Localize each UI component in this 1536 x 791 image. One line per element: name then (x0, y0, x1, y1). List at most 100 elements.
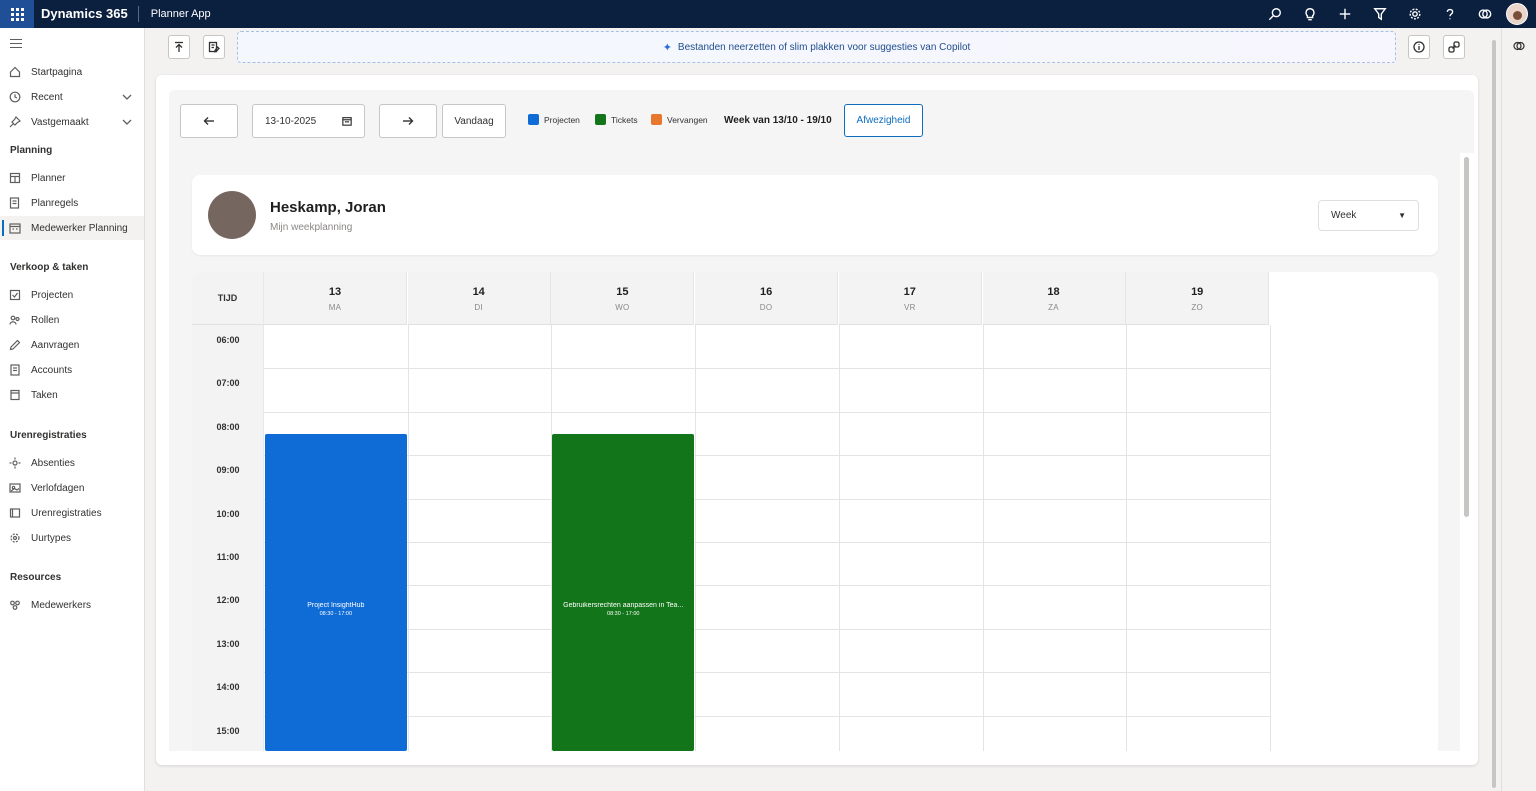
hour-gridline (264, 672, 1270, 674)
hour-gridline (264, 715, 1270, 717)
search-button[interactable] (1257, 0, 1292, 28)
event-time: 08:30 - 17:00 (319, 610, 353, 617)
clock-icon (9, 91, 21, 103)
hamburger-icon[interactable] (10, 39, 22, 51)
user-avatar[interactable] (1506, 3, 1528, 25)
people-icon (9, 314, 21, 326)
calendar-event[interactable]: Gebruikersrechten aanpassen in Tea... 08:… (552, 433, 695, 751)
next-week-button[interactable] (379, 104, 437, 138)
sidebar-item-startpagina[interactable]: Startpagina (0, 60, 144, 84)
sidebar-item-vastgemaakt[interactable]: Vastgemaakt (0, 110, 144, 134)
day-column-divider (838, 325, 840, 751)
share-button[interactable] (1443, 35, 1465, 59)
copilot-icon (1478, 9, 1491, 19)
info-button[interactable] (1408, 35, 1430, 59)
time-label: 12:00 (216, 595, 240, 606)
day-column-divider (1269, 325, 1271, 751)
list-edit-icon (9, 197, 21, 209)
arrow-up-bar-icon (175, 41, 183, 52)
sidebar-item-taken[interactable]: Taken (0, 383, 144, 407)
view-select[interactable]: Week ▼ (1318, 200, 1419, 231)
section-title-planning: Planning (10, 145, 53, 156)
sidebar-item-label: Medewerkers (31, 599, 92, 611)
ideas-button[interactable] (1292, 0, 1327, 28)
sidebar-item-label: Urenregistraties (31, 507, 102, 519)
date-picker[interactable]: 13-10-2025 (252, 104, 365, 138)
content-scrollbar[interactable] (1464, 157, 1469, 517)
sidebar-item-rollen[interactable]: Rollen (0, 308, 144, 332)
sidebar-item-label: Taken (31, 389, 58, 401)
day-name: ZO (1191, 303, 1204, 312)
sidebar-item-label: Uurtypes (31, 532, 72, 544)
absence-button[interactable]: Afwezigheid (844, 104, 923, 137)
gear-icon (1408, 8, 1421, 20)
sidebar-item-medewerkers[interactable]: Medewerkers (0, 593, 144, 617)
waffle-icon (10, 7, 24, 21)
time-label: 13:00 (216, 638, 240, 649)
sidebar-item-projecten[interactable]: Projecten (0, 283, 144, 307)
chevron-down-icon[interactable] (122, 117, 132, 130)
hour-gridline (264, 368, 1270, 370)
vacation-icon (9, 482, 21, 494)
sidebar-item-medewerker-planning[interactable]: Medewerker Planning (0, 216, 144, 240)
view-selected-value: Week (1331, 210, 1357, 221)
day-name: VR (903, 303, 916, 312)
sidebar-item-label: Startpagina (31, 66, 83, 78)
time-label: 07:00 (216, 378, 240, 389)
sidebar-item-uurtypes[interactable]: Uurtypes (0, 526, 144, 550)
hour-gridline (264, 585, 1270, 587)
filter-button[interactable] (1362, 0, 1397, 28)
hour-gridline (264, 628, 1270, 630)
day-name: MA (328, 303, 342, 312)
app-launcher-button[interactable] (0, 0, 34, 28)
brand-name[interactable]: Dynamics 365 (34, 6, 139, 22)
absence-icon (9, 457, 21, 469)
section-title-urenregistraties: Urenregistraties (10, 430, 87, 441)
sidebar-item-verlofdagen[interactable]: Verlofdagen (0, 476, 144, 500)
settings-button[interactable] (1397, 0, 1432, 28)
hour-gridline (264, 411, 1270, 413)
notes-button[interactable] (203, 35, 225, 59)
page-scrollbar[interactable] (1492, 40, 1496, 788)
legend-swatch (651, 114, 662, 125)
lightbulb-icon (1304, 8, 1315, 21)
today-button[interactable]: Vandaag (442, 104, 506, 138)
legend-swatch (528, 114, 539, 125)
day-column-divider (1126, 325, 1128, 751)
hour-gridline (264, 542, 1270, 543)
time-column: 06:00 07:00 08:00 09:00 10:00 11:00 12:00 13:00… (192, 325, 264, 751)
sidebar-item-label: Rollen (31, 314, 60, 326)
caret-down-icon: ▼ (1398, 211, 1406, 220)
calendar-icon[interactable] (342, 116, 352, 126)
day-header-di: 14 DI (407, 272, 551, 325)
legend-label: Projecten (544, 114, 580, 125)
sidebar-item-absenties[interactable]: Absenties (0, 451, 144, 475)
day-header-zo: 19 ZO (1126, 272, 1270, 325)
copilot-pane-icon[interactable] (1513, 39, 1525, 57)
sidebar-item-recent[interactable]: Recent (0, 85, 144, 109)
copilot-drop-zone[interactable]: ✦ Bestanden neerzetten of slim plakken v… (237, 31, 1396, 63)
sidebar-item-aanvragen[interactable]: Aanvragen (0, 333, 144, 357)
copilot-button[interactable] (1467, 0, 1502, 28)
section-title-verkoop: Verkoop & taken (10, 262, 89, 273)
sidebar-item-label: Planner (31, 172, 66, 184)
upload-button[interactable] (168, 35, 190, 59)
question-icon (1446, 8, 1453, 20)
sidebar-item-accounts[interactable]: Accounts (0, 358, 144, 382)
legend-projecten: Projecten (528, 114, 580, 125)
section-title-resources: Resources (10, 572, 62, 583)
sidebar-item-planner[interactable]: Planner (0, 166, 144, 190)
day-header-za: 18 ZA (982, 272, 1126, 325)
chevron-down-icon[interactable] (122, 92, 132, 105)
calendar-event[interactable]: Project InsightHub 08:30 - 17:00 (265, 433, 407, 751)
event-title: Project InsightHub (307, 601, 365, 609)
help-button[interactable] (1432, 0, 1467, 28)
sidebar-item-urenregistraties[interactable]: Urenregistraties (0, 501, 144, 525)
timesheet-icon (9, 507, 21, 519)
top-actions (1257, 0, 1528, 28)
legend-vervangen: Vervangen (651, 114, 708, 125)
app-name[interactable]: Planner App (139, 8, 211, 20)
new-button[interactable] (1327, 0, 1362, 28)
sidebar-item-planregels[interactable]: Planregels (0, 191, 144, 215)
previous-week-button[interactable] (180, 104, 238, 138)
